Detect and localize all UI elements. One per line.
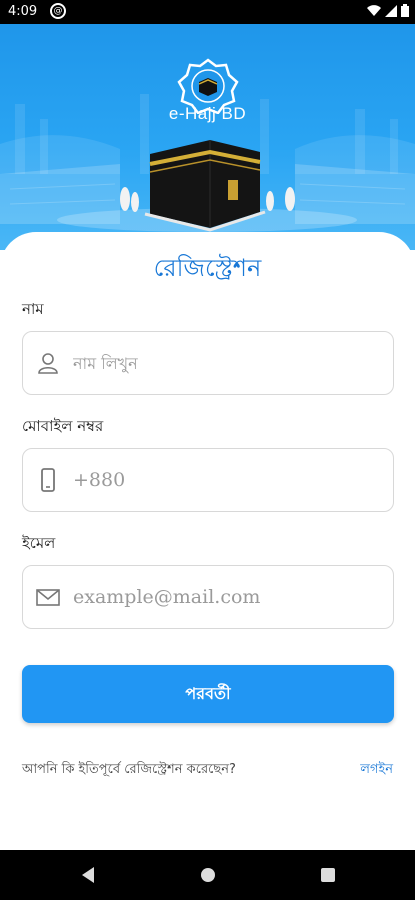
back-icon[interactable] (78, 865, 98, 885)
home-icon[interactable] (198, 865, 218, 885)
name-label: নাম (22, 300, 44, 318)
alert-icon: @ (50, 3, 66, 19)
login-link[interactable]: লগইন (360, 760, 393, 781)
mail-icon (36, 589, 60, 606)
email-input[interactable] (73, 566, 383, 628)
email-label: ইমেল (22, 534, 56, 552)
wifi-icon (367, 4, 381, 16)
person-icon (38, 353, 58, 374)
registration-card: রেজিস্ট্রেশন নাম মোবাইল নম্বর ইমেল পরবর্… (0, 232, 415, 850)
status-time: 4:09 (8, 4, 38, 19)
mobile-input[interactable] (73, 449, 383, 511)
name-input[interactable] (73, 332, 383, 394)
battery-icon (401, 4, 409, 17)
recents-icon[interactable] (318, 865, 338, 885)
page-title: রেজিস্ট্রেশন (153, 254, 262, 282)
status-icons (367, 4, 409, 17)
email-field[interactable] (22, 565, 394, 629)
phone-icon (41, 468, 55, 492)
signal-icon (385, 4, 397, 17)
mobile-label: মোবাইল নম্বর (22, 417, 104, 435)
login-prompt: আপনি কি ইতিপূর্বে রেজিস্ট্রেশন করেছেন? (22, 762, 236, 777)
next-button[interactable]: পরবর্তী (22, 665, 394, 723)
status-bar: 4:09 @ (0, 0, 415, 24)
mobile-field[interactable] (22, 448, 394, 512)
name-field[interactable] (22, 331, 394, 395)
header-banner: e-Hajj BD (0, 24, 415, 250)
kaaba-illustration (144, 140, 266, 232)
navigation-bar (0, 850, 415, 900)
app-name: e-Hajj BD (168, 104, 247, 123)
